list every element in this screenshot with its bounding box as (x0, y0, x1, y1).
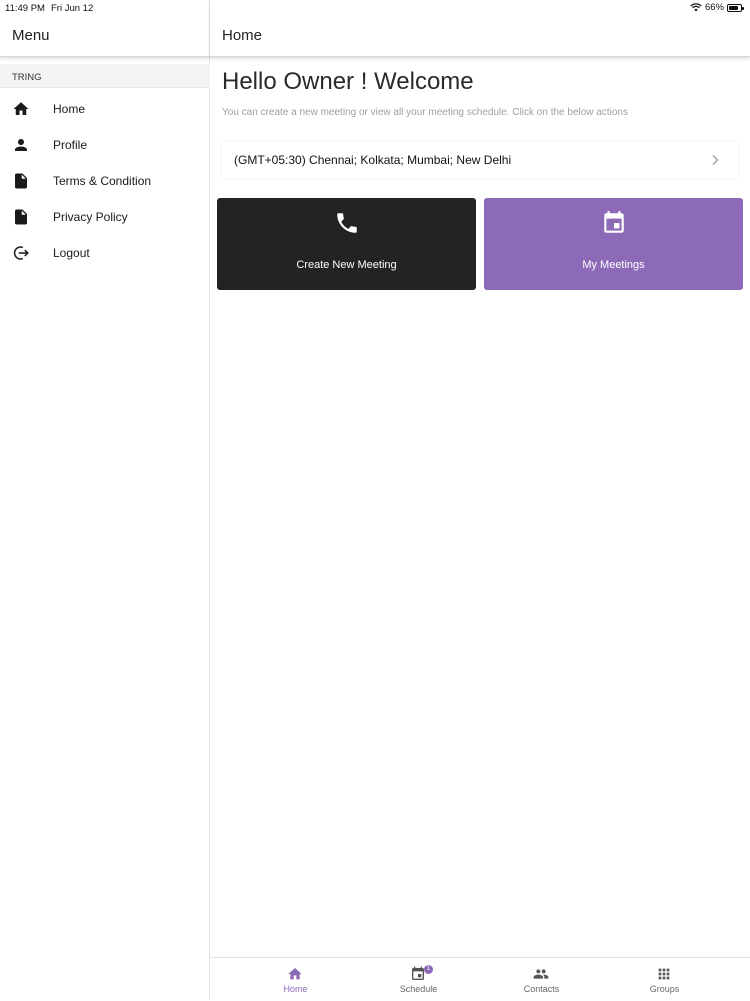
person-icon (15, 139, 27, 151)
sidebar-item-label: Privacy Policy (53, 210, 128, 224)
welcome-subtitle: You can create a new meeting or view all… (222, 107, 628, 118)
my-meetings-button[interactable]: My Meetings (484, 198, 743, 290)
wifi-icon (690, 3, 702, 12)
sidebar-item-profile[interactable]: Profile (0, 128, 210, 162)
chevron-right-icon (712, 155, 719, 165)
document-icon (15, 173, 27, 189)
page-title: Home (222, 27, 263, 44)
sidebar-item-logout[interactable]: Logout (0, 236, 210, 270)
sidebar-section-label: TRING (12, 72, 42, 83)
status-date: Fri Jun 12 (51, 3, 94, 14)
sidebar: Menu TRING Home Profile Terms & Conditio… (0, 0, 210, 1000)
create-meeting-button[interactable]: Create New Meeting (217, 198, 476, 290)
grid-icon (658, 968, 670, 980)
sidebar-item-terms[interactable]: Terms & Condition (0, 164, 210, 198)
battery-icon (727, 3, 744, 12)
timezone-label: (GMT+05:30) Chennai; Kolkata; Mumbai; Ne… (234, 153, 512, 167)
tab-label: Contacts (523, 984, 560, 994)
sidebar-item-label: Terms & Condition (53, 174, 152, 188)
document-icon (15, 209, 27, 225)
calendar-icon (604, 211, 624, 233)
sidebar-item-label: Home (53, 102, 86, 116)
tab-groups[interactable]: Groups (597, 958, 732, 1001)
sidebar-section-header: TRING (0, 64, 210, 88)
bottom-tab-bar: Home 1 Schedule Contacts Groups (210, 957, 750, 1000)
sidebar-item-home[interactable]: Home (0, 92, 210, 126)
phone-icon (337, 213, 357, 233)
status-right: 66% (690, 2, 744, 13)
tab-label: Groups (649, 984, 680, 994)
tab-schedule[interactable]: 1 Schedule (351, 958, 486, 1001)
tab-home[interactable]: Home (228, 958, 363, 1001)
sidebar-item-label: Logout (53, 246, 90, 260)
home-icon (13, 102, 29, 115)
people-icon (533, 969, 549, 979)
home-icon (288, 968, 302, 980)
status-time: 11:49 PM (5, 3, 45, 14)
battery-percent: 66% (704, 2, 724, 13)
welcome-heading: Hello Owner ! Welcome (222, 68, 474, 95)
sidebar-title: Menu (12, 27, 50, 44)
tab-label: Home (283, 984, 308, 994)
status-bar: 11:49 PM Fri Jun 12 66% (0, 0, 750, 16)
tab-contacts[interactable]: Contacts (474, 958, 609, 1001)
create-meeting-label: Create New Meeting (296, 259, 397, 271)
tab-label: Schedule (399, 984, 438, 994)
sidebar-item-privacy[interactable]: Privacy Policy (0, 200, 210, 234)
my-meetings-label: My Meetings (582, 259, 645, 271)
schedule-badge: 1 (424, 965, 433, 974)
logout-icon (13, 246, 29, 260)
sidebar-item-label: Profile (53, 138, 88, 152)
timezone-selector[interactable]: (GMT+05:30) Chennai; Kolkata; Mumbai; Ne… (222, 142, 738, 178)
